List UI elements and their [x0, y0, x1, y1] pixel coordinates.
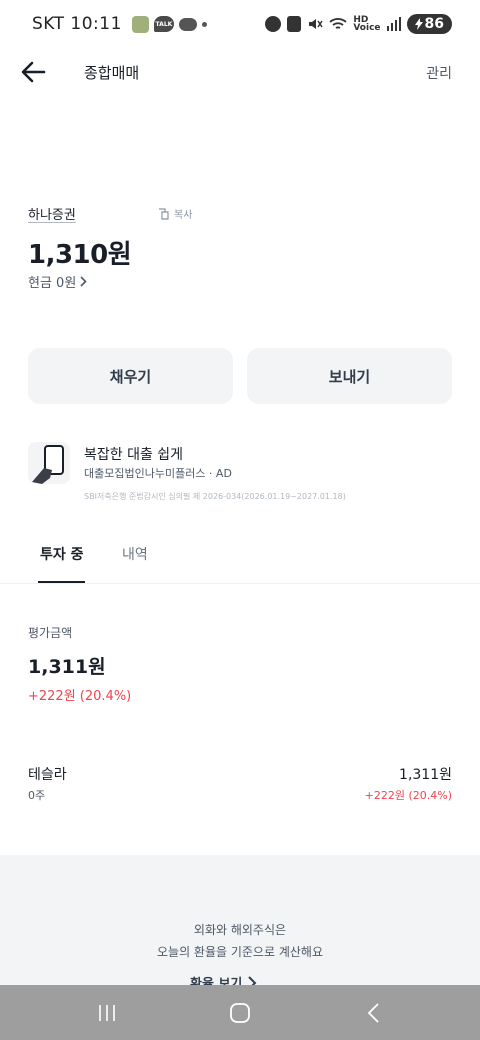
battery-indicator: 86	[406, 14, 452, 34]
battery-level: 86	[424, 16, 444, 32]
cash-label: 현금 0원	[28, 276, 77, 291]
back-arrow-icon[interactable]	[20, 60, 46, 84]
evaluation-amount: 1,311원	[28, 656, 106, 678]
signal-icon	[386, 17, 401, 31]
carrier-label: SKT 10:11	[32, 14, 122, 34]
system-icons: HD Voice 86	[265, 14, 452, 34]
data-saver-icon	[287, 16, 302, 32]
mute-icon	[309, 19, 323, 29]
nav-back-button[interactable]	[353, 993, 393, 1033]
stock-change: +222원 (20.4%)	[364, 789, 452, 802]
manage-button[interactable]: 관리	[426, 63, 452, 83]
evaluation-label: 평가금액	[28, 626, 73, 640]
status-bar: SKT 10:11 TALK HD Voice 86	[0, 0, 480, 48]
recents-icon	[98, 1004, 115, 1021]
send-button[interactable]: 보내기	[247, 348, 452, 404]
page-title: 종합매매	[84, 64, 140, 82]
fill-button[interactable]: 채우기	[28, 348, 233, 404]
notice-line-1: 외화와 해외주식은	[193, 923, 287, 937]
account-balance: 1,310원	[28, 240, 132, 270]
tab-investing[interactable]: 투자 중	[40, 544, 84, 564]
avatar-notification-icon	[131, 15, 149, 33]
home-button[interactable]	[220, 993, 260, 1033]
clock: 10:11	[70, 14, 122, 34]
tab-history[interactable]: 내역	[122, 544, 148, 564]
kakaotalk-icon: TALK	[153, 16, 174, 32]
exchange-rate-notice: 외화와 해외주식은 오늘의 환율을 기준으로 계산해요 환율 보기	[0, 855, 480, 992]
active-tab-indicator	[38, 581, 85, 583]
hd-voice-icon: HD Voice	[353, 16, 381, 33]
ad-legal-notice: SBI저축은행 준법감시인 심의필 제 2026-034(2026.01.19~…	[84, 492, 346, 501]
ad-title[interactable]: 복잡한 대출 쉽게	[84, 444, 183, 464]
ad-thumbnail[interactable]	[28, 442, 70, 484]
charging-bolt-icon	[414, 18, 423, 30]
wifi-icon	[329, 18, 347, 29]
home-icon	[230, 1002, 250, 1023]
chat-bubble-icon	[178, 17, 197, 31]
copy-label: 복사	[174, 210, 193, 221]
evaluation-change: +222원 (20.4%)	[28, 689, 132, 704]
nav-back-icon	[368, 1002, 379, 1023]
notice-line-2: 오늘의 환율을 기준으로 계산해요	[156, 945, 323, 959]
tab-bar: 투자 중 내역	[0, 530, 480, 584]
voice-label: Voice	[353, 23, 381, 33]
app-header: 종합매매 관리	[0, 48, 480, 98]
system-navigation-bar	[0, 985, 480, 1040]
account-name[interactable]: 하나증권	[28, 204, 76, 223]
phone-hand-icon	[32, 445, 64, 484]
cash-balance-link[interactable]: 현금 0원	[28, 272, 87, 291]
stock-quantity: 0주	[28, 789, 46, 802]
carrier-name: SKT	[32, 14, 65, 34]
more-notifications-dot-icon	[201, 21, 207, 27]
copy-icon	[159, 207, 169, 220]
ad-subtitle: 대출모집법인나누미플러스 · AD	[84, 467, 232, 480]
notification-icons: TALK	[131, 15, 207, 33]
dnd-icon	[265, 16, 282, 32]
stock-value: 1,311원	[399, 767, 452, 783]
recents-button[interactable]	[87, 993, 127, 1033]
copy-account-button[interactable]: 복사	[158, 206, 192, 221]
stock-name: 테슬라	[28, 767, 67, 783]
holding-row[interactable]: 테슬라 0주 1,311원 +222원 (20.4%)	[0, 760, 480, 810]
chevron-right-icon	[80, 276, 87, 287]
